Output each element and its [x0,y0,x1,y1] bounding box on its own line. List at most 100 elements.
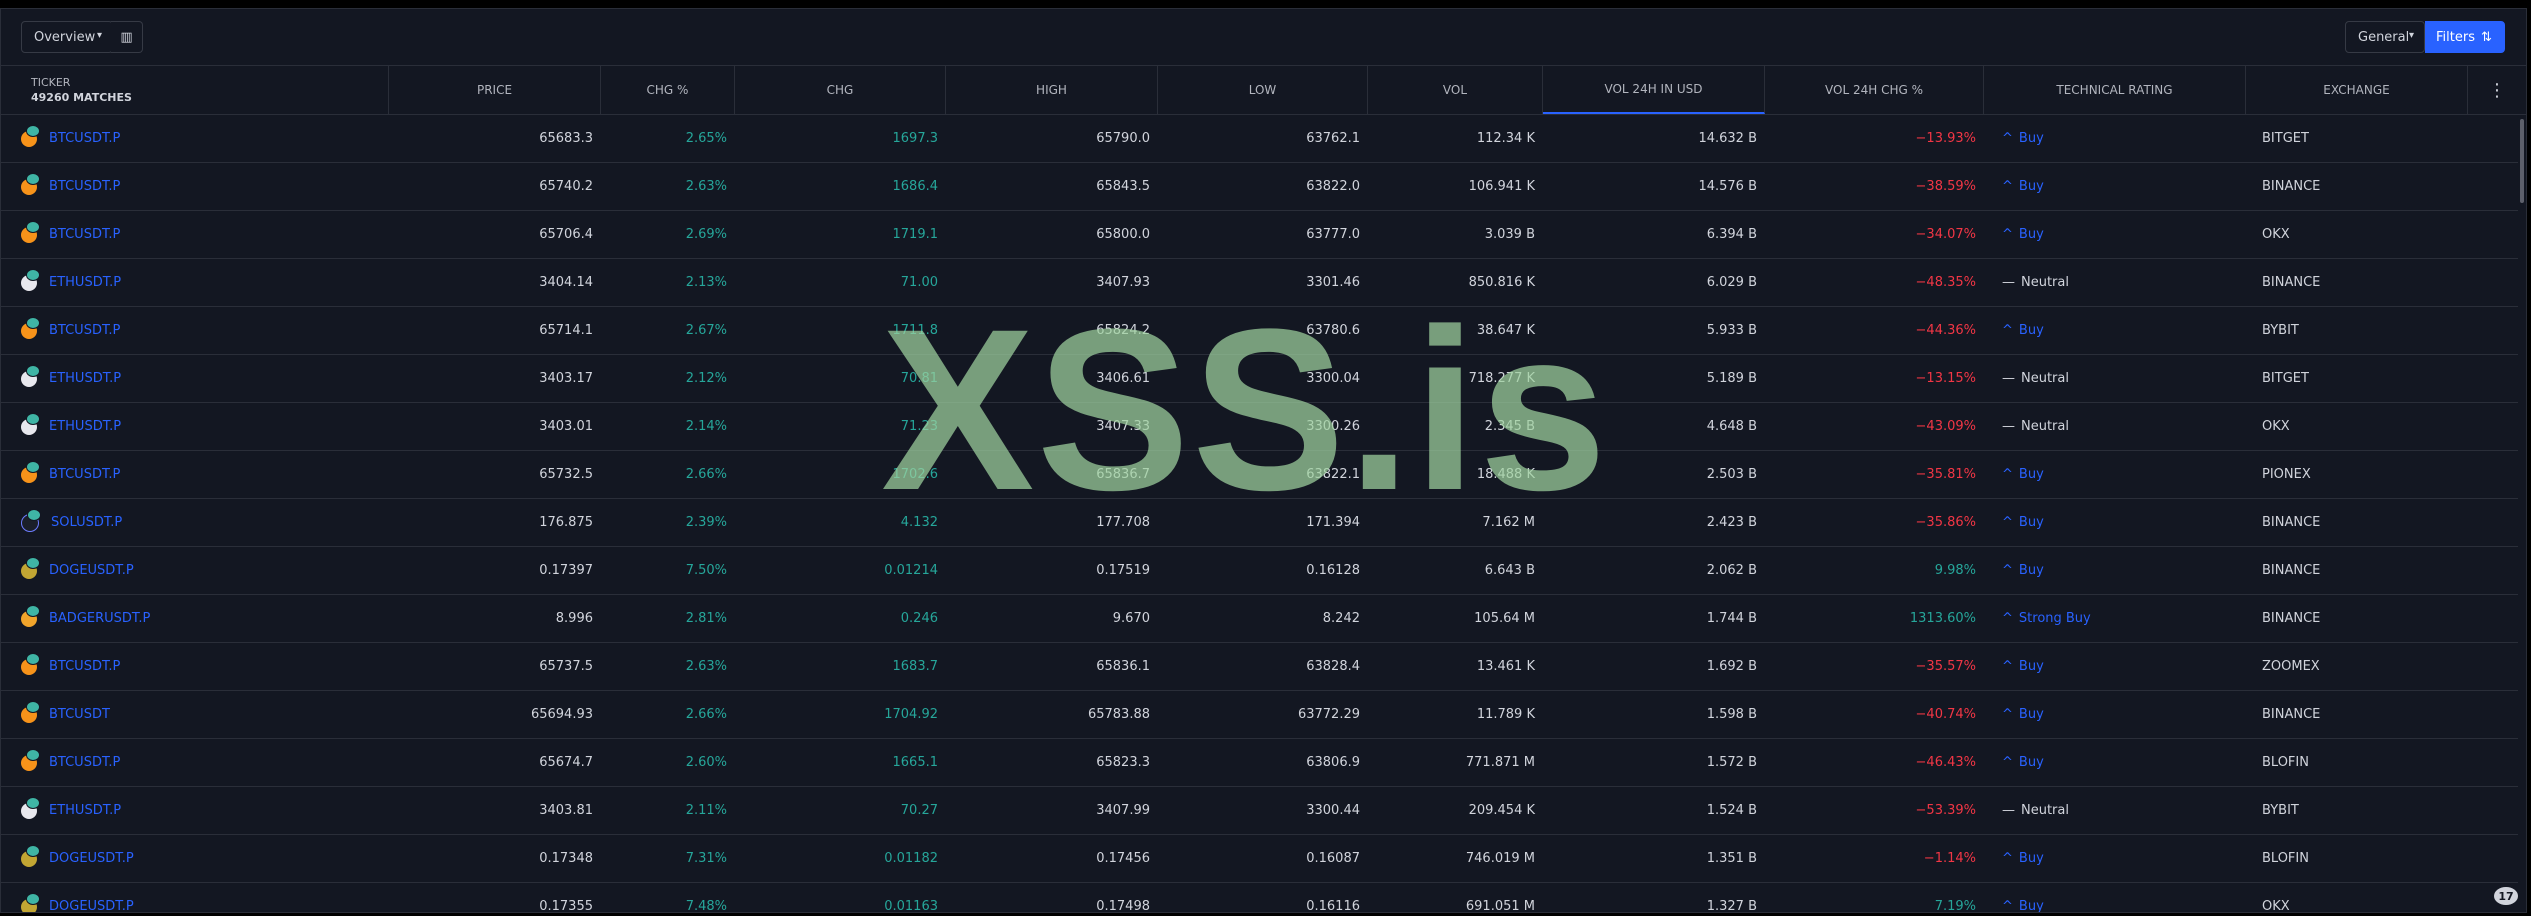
column-header-price[interactable]: PRICE [389,66,601,114]
exchange-cell: OKX [2262,419,2290,434]
price-cell: 0.17355 [539,899,593,913]
technical-rating-cell: ^ Buy [1984,691,2246,738]
chg-pct-cell: 2.67% [685,323,727,338]
ticker-link[interactable]: BTCUSDT.P [49,323,120,338]
vol-chg-cell: −34.07% [1915,227,1976,242]
ticker-link[interactable]: ETHUSDT.P [49,803,121,818]
chevron-down-icon: ▾ [96,30,102,41]
column-header-low[interactable]: LOW [1158,66,1368,114]
ticker-link[interactable]: BTCUSDT.P [49,755,120,770]
technical-rating-cell: ^ Buy [1984,163,2246,210]
ticker-cell: BTCUSDT.P [1,163,389,210]
table-row[interactable]: ETHUSDT.P 3403.81 2.11% 70.27 3407.99 3300.44… [1,787,2518,835]
overview-label: Overview [34,29,96,45]
column-header-vol-24h-chg[interactable]: VOL 24H CHG % [1765,66,1984,114]
table-row[interactable]: ETHUSDT.P 3403.01 2.14% 71.23 3407.33 3300.26… [1,403,2518,451]
vol-chg-cell: 7.19% [1934,899,1976,913]
column-header-exchange[interactable]: EXCHANGE [2246,66,2468,114]
table-row[interactable]: BADGERUSDT.P 8.996 2.81% 0.246 9.670 8.242 105… [1,595,2518,643]
ticker-link[interactable]: BTCUSDT.P [49,467,120,482]
ticker-link[interactable]: BTCUSDT.P [49,659,120,674]
rating-label: Buy [2018,227,2044,242]
table-row[interactable]: BTCUSDT.P 65732.5 2.66% 1702.6 65836.7 63822.… [1,451,2518,499]
table-row[interactable]: BTCUSDT.P 65674.7 2.60% 1665.1 65823.3 63806.… [1,739,2518,787]
ticker-link[interactable]: ETHUSDT.P [49,371,121,386]
low-cell: 0.16087 [1306,851,1360,866]
table-row[interactable]: BTCUSDT.P 65683.3 2.65% 1697.3 65790.0 63762.… [1,115,2518,163]
low-cell: 3300.44 [1306,803,1360,818]
chg-pct-cell: 2.11% [685,803,727,818]
vol-usd-cell: 6.394 B [1706,227,1757,242]
rating-label: Buy [2018,323,2044,338]
column-header-high[interactable]: HIGH [946,66,1158,114]
vol-cell: 7.162 M [1482,515,1535,530]
chg-pct-cell: 2.65% [685,131,727,146]
ticker-link[interactable]: BTCUSDT.P [49,131,120,146]
high-cell: 3407.93 [1096,275,1150,290]
table-row[interactable]: SOLUSDT.P 176.875 2.39% 4.132 177.708 171.394… [1,499,2518,547]
technical-rating-cell: ^ Buy [1984,211,2246,258]
price-cell: 3403.01 [539,419,593,434]
ticker-link[interactable]: DOGEUSDT.P [49,563,134,578]
exchange-cell: BLOFIN [2262,755,2309,770]
chg-cell: 70.81 [900,371,938,386]
low-cell: 63828.4 [1306,659,1360,674]
columns-toggle-button[interactable]: ▥ [111,21,143,53]
general-dropdown[interactable]: General ▾ [2345,21,2425,53]
ticker-link[interactable]: SOLUSDT.P [51,515,122,530]
column-header-ticker[interactable]: TICKER 49260 MATCHES [1,66,389,114]
column-header-technical-rating[interactable]: TECHNICAL RATING [1984,66,2246,114]
chg-pct-cell: 7.31% [685,851,727,866]
price-cell: 65714.1 [539,323,593,338]
column-header-chg-pct[interactable]: CHG % [601,66,735,114]
ticker-cell: BTCUSDT.P [1,211,389,258]
ticker-header-label: TICKER [31,76,71,89]
chg-pct-cell: 2.39% [685,515,727,530]
ticker-link[interactable]: DOGEUSDT.P [49,899,134,912]
vertical-scrollbar[interactable] [2518,115,2526,912]
table-row[interactable]: BTCUSDT.P 65714.1 2.67% 1711.8 65824.2 63780.… [1,307,2518,355]
chg-pct-cell: 2.14% [685,419,727,434]
vertical-dots-icon[interactable]: ⋮ [2468,66,2526,114]
ticker-link[interactable]: BTCUSDT [49,707,110,722]
ticker-link[interactable]: ETHUSDT.P [49,275,121,290]
table-row[interactable]: DOGEUSDT.P 0.17397 7.50% 0.01214 0.17519 0.16… [1,547,2518,595]
table-row[interactable]: BTCUSDT.P 65737.5 2.63% 1683.7 65836.1 63828.… [1,643,2518,691]
overview-dropdown[interactable]: Overview ▾ [21,21,113,53]
ticker-link[interactable]: BTCUSDT.P [49,227,120,242]
table-row[interactable]: ETHUSDT.P 3404.14 2.13% 71.00 3407.93 3301.46… [1,259,2518,307]
high-cell: 0.17519 [1096,563,1150,578]
eth-coin-icon [21,796,40,819]
technical-rating-cell: ^ Buy [1984,307,2246,354]
scrollbar-thumb[interactable] [2520,119,2524,203]
column-header-vol[interactable]: VOL [1368,66,1543,114]
tradingview-logo[interactable]: 17 [2494,887,2518,905]
vol-cell: 18.488 K [1476,467,1535,482]
table-row[interactable]: BTCUSDT.P 65706.4 2.69% 1719.1 65800.0 63777.… [1,211,2518,259]
ticker-cell: ETHUSDT.P [1,355,389,402]
ticker-link[interactable]: DOGEUSDT.P [49,851,134,866]
exchange-cell: BINANCE [2262,707,2321,722]
filters-label: Filters [2436,29,2475,45]
chg-cell: 1711.8 [892,323,939,338]
table-row[interactable]: BTCUSDT 65694.93 2.66% 1704.92 65783.88 63772… [1,691,2518,739]
rating-label: Buy [2018,179,2044,194]
ticker-link[interactable]: BTCUSDT.P [49,179,120,194]
low-cell: 63772.29 [1297,707,1360,722]
btc-coin-icon [21,652,40,675]
column-header-vol-24h-usd[interactable]: VOL 24H IN USD [1543,66,1765,114]
vol-cell: 746.019 M [1465,851,1535,866]
ticker-link[interactable]: BADGERUSDT.P [49,611,150,626]
table-row[interactable]: DOGEUSDT.P 0.17348 7.31% 0.01182 0.17456 0.16… [1,835,2518,883]
table-row[interactable]: DOGEUSDT.P 0.17355 7.48% 0.01163 0.17498 0.16… [1,883,2518,913]
technical-rating-cell: — Neutral [1984,259,2246,306]
ticker-link[interactable]: ETHUSDT.P [49,419,121,434]
filters-button[interactable]: Filters ⇅ [2425,21,2505,53]
table-row[interactable]: ETHUSDT.P 3403.17 2.12% 70.81 3406.61 3300.04… [1,355,2518,403]
ticker-cell: ETHUSDT.P [1,787,389,834]
high-cell: 65836.1 [1096,659,1150,674]
table-row[interactable]: BTCUSDT.P 65740.2 2.63% 1686.4 65843.5 63822.… [1,163,2518,211]
column-header-chg[interactable]: CHG [735,66,946,114]
columns-icon: ▥ [120,29,133,45]
vol-usd-cell: 14.576 B [1698,179,1757,194]
